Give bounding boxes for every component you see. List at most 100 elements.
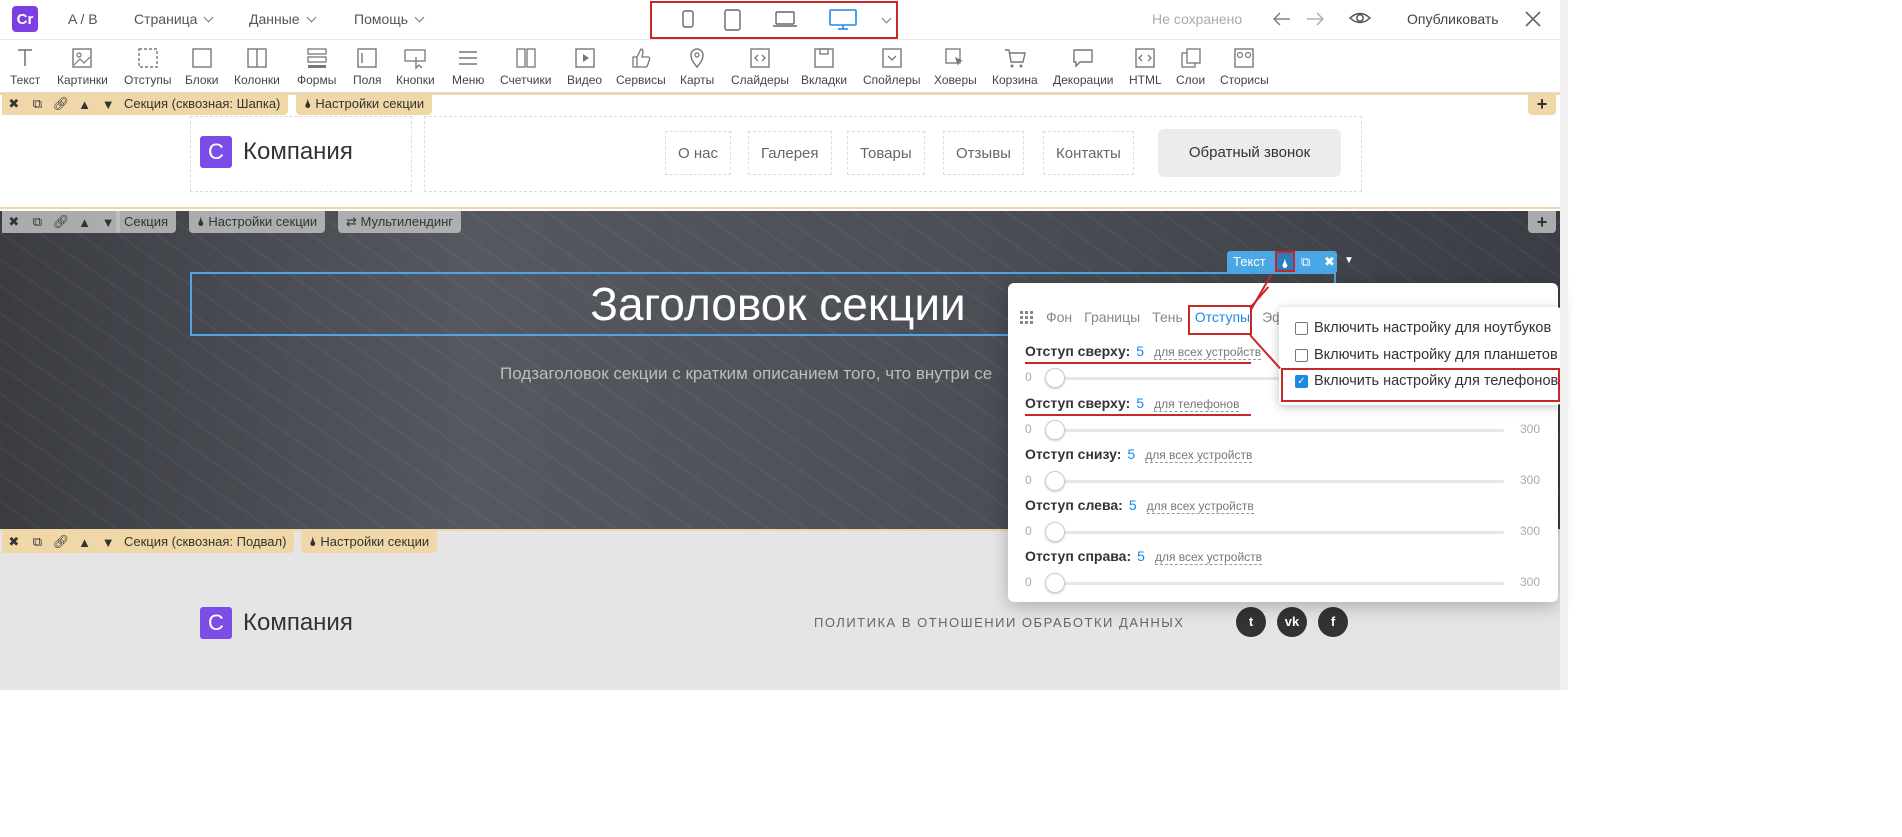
menu-help[interactable]: Помощь [354,11,425,27]
padding-value[interactable]: 5 [1136,395,1144,411]
slider-knob[interactable] [1045,522,1065,542]
section-name-tag[interactable]: Секция (сквозная: Подвал) [116,531,295,553]
tool-forms[interactable]: Формы [297,46,336,87]
menu-data[interactable]: Данные [249,11,317,27]
duplicate-section-icon[interactable]: ⧉ [26,93,50,115]
duplicate-section-icon[interactable]: ⧉ [26,531,50,553]
tool-counters[interactable]: Счетчики [500,46,551,87]
element-dropdown-icon[interactable]: ▼ [1344,255,1354,266]
redo-icon[interactable] [1305,11,1325,27]
desktop-icon[interactable] [829,9,857,31]
ab-test-button[interactable]: A / B [68,11,98,27]
vk-icon[interactable]: vk [1277,607,1307,637]
section-settings-tag[interactable]: 🌢︎ Настройки секции [301,531,438,553]
section-subtitle[interactable]: Подзаголовок секции с кратким описанием … [500,364,992,384]
tablet-checkbox[interactable] [1295,348,1308,362]
laptop-icon[interactable] [772,9,798,29]
link-section-icon[interactable]: 🔗︎ [49,531,73,553]
device-scope-link[interactable]: для всех устройств [1154,345,1262,360]
duplicate-section-icon[interactable]: ⧉ [26,211,50,233]
move-up-icon[interactable]: ▲ [73,93,97,115]
tab-shadow[interactable]: Тень [1146,309,1189,325]
slider-track[interactable] [1045,480,1504,483]
device-scope-link[interactable]: для всех устройств [1154,550,1263,565]
tool-images[interactable]: Картинки [57,46,108,87]
phone-icon[interactable] [682,9,694,29]
close-icon[interactable] [1524,10,1542,28]
preview-eye-icon[interactable] [1348,9,1372,27]
undo-icon[interactable] [1272,11,1292,27]
tool-fields[interactable]: Поля [353,46,382,87]
tool-hovers[interactable]: Ховеры [934,46,977,87]
slider-knob[interactable] [1045,573,1065,593]
tool-spoilers[interactable]: Спойлеры [863,46,921,87]
padding-value[interactable]: 5 [1136,343,1144,359]
delete-element-icon[interactable]: ✖ [1324,254,1335,270]
laptop-checkbox[interactable] [1295,321,1308,335]
tool-padding[interactable]: Отступы [124,46,171,87]
tablet-icon[interactable] [724,9,741,31]
tool-sliders[interactable]: Слайдеры [731,46,789,87]
slider-track[interactable] [1045,531,1504,534]
device-scope-link[interactable]: для всех устройств [1145,448,1253,463]
section-name-tag[interactable]: Секция [116,211,177,233]
padding-slider[interactable]: 0 300 [1025,471,1540,491]
tool-text[interactable]: Текст [10,46,40,87]
slider-knob[interactable] [1045,420,1065,440]
slider-knob[interactable] [1045,471,1065,491]
menu-page[interactable]: Страница [134,11,214,27]
tool-decorations[interactable]: Декорации [1053,46,1114,87]
delete-section-icon[interactable]: ✖ [2,211,26,233]
tool-tabs[interactable]: Вкладки [801,46,847,87]
callback-button[interactable]: Обратный звонок [1158,129,1341,177]
tool-maps[interactable]: Карты [680,46,714,87]
padding-slider[interactable]: 0 300 [1025,420,1540,440]
facebook-icon[interactable]: f [1318,607,1348,637]
footer-brand[interactable]: C Компания [200,607,353,639]
move-up-icon[interactable]: ▲ [73,211,97,233]
padding-value[interactable]: 5 [1127,446,1135,462]
device-scope-link[interactable]: для всех устройств [1146,499,1254,514]
tool-stories[interactable]: Сторисы [1220,46,1269,87]
tool-columns[interactable]: Колонки [234,46,280,87]
tool-blocks[interactable]: Блоки [185,46,219,87]
nav-link-products[interactable]: Товары [847,131,925,175]
padding-value[interactable]: 5 [1137,548,1145,564]
padding-slider[interactable]: 0 300 [1025,522,1540,542]
tool-html[interactable]: HTML [1129,46,1162,87]
slider-knob[interactable] [1045,368,1065,388]
nav-link-gallery[interactable]: Галерея [748,131,832,175]
delete-section-icon[interactable]: ✖ [2,531,26,553]
slider-track[interactable] [1045,429,1504,432]
tab-borders[interactable]: Границы [1078,309,1146,325]
page-scrollbar[interactable] [1560,0,1568,690]
twitter-icon[interactable]: t [1236,607,1266,637]
move-up-icon[interactable]: ▲ [73,531,97,553]
laptop-option[interactable]: Включить настройку для ноутбуков [1295,320,1551,336]
padding-slider[interactable]: 0 300 [1025,573,1540,593]
add-section-icon[interactable]: + [1528,93,1556,115]
nav-link-about[interactable]: О нас [665,131,731,175]
publish-button[interactable]: Опубликовать [1407,11,1499,27]
multilanding-tag[interactable]: ⇄ Мультилендинг [338,211,462,233]
delete-section-icon[interactable]: ✖ [2,93,26,115]
add-section-icon[interactable]: + [1528,211,1556,233]
tablet-option[interactable]: Включить настройку для планшетов [1295,347,1558,363]
section-name-tag[interactable]: Секция (сквозная: Шапка) [116,93,289,115]
tab-background[interactable]: Фон [1040,309,1078,325]
tool-buttons[interactable]: Кнопки [396,46,435,87]
copy-element-icon[interactable]: ⧉ [1301,254,1310,270]
nav-link-contacts[interactable]: Контакты [1043,131,1134,175]
privacy-policy-link[interactable]: ПОЛИТИКА В ОТНОШЕНИИ ОБРАБОТКИ ДАННЫХ [814,615,1184,630]
padding-value[interactable]: 5 [1129,497,1137,513]
tool-services[interactable]: Сервисы [616,46,666,87]
app-logo-icon[interactable]: Cr [12,6,38,32]
tool-menu[interactable]: Меню [452,46,484,87]
slider-track[interactable] [1045,582,1504,585]
tool-video[interactable]: Видео [567,46,602,87]
style-drop-icon[interactable]: 🌢︎ [1275,251,1295,272]
grid-icon[interactable] [1020,311,1033,324]
section-settings-tag[interactable]: 🌢︎ Настройки секции [296,93,433,115]
nav-link-reviews[interactable]: Отзывы [943,131,1024,175]
text-element-label[interactable]: Текст [1233,254,1266,269]
